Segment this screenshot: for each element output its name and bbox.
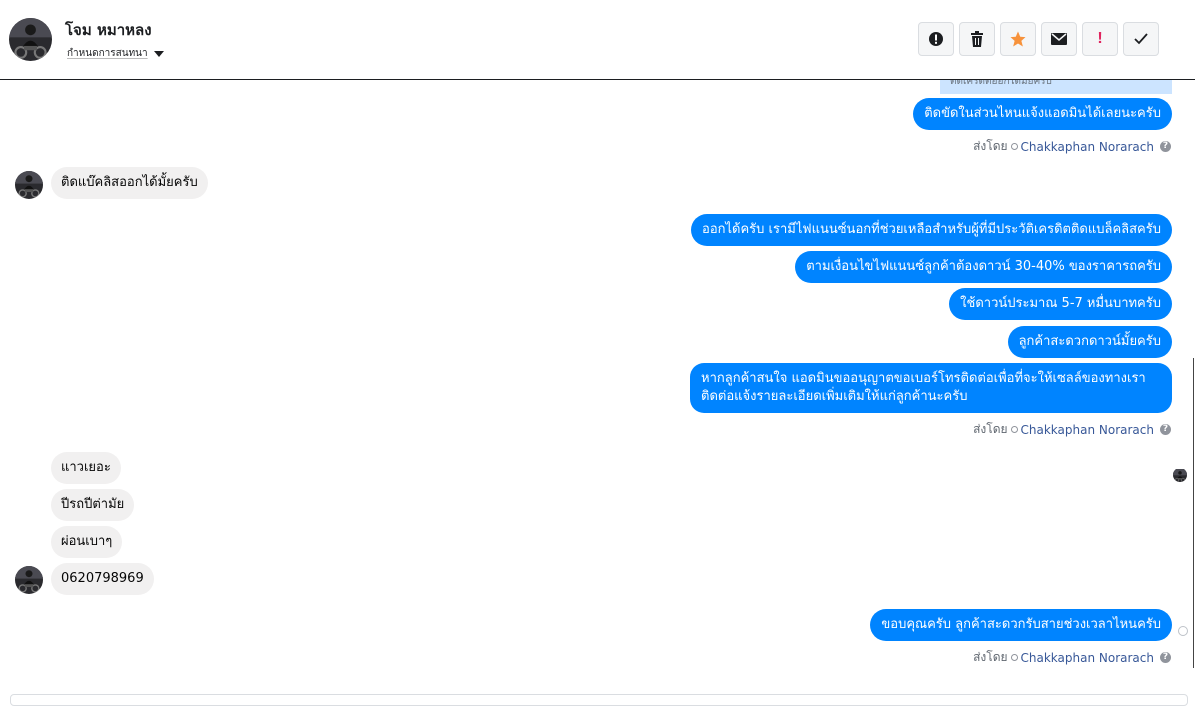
verified-icon (1010, 654, 1018, 661)
help-icon[interactable]: ? (1160, 652, 1171, 663)
exclamation-icon: ! (1097, 30, 1103, 47)
help-icon[interactable]: ? (1160, 424, 1171, 435)
quoted-message-snippet: ติดเครดิตออกได้มั้ยครับ (940, 80, 1172, 94)
star-button[interactable] (1000, 22, 1036, 56)
outgoing-message[interactable]: ออกได้ครับ เรามีไฟแนนซ์นอกที่ช่วยเหลือสำ… (691, 214, 1172, 246)
conversation-action-dropdown[interactable]: กำหนดการสนทนา (67, 46, 164, 61)
scrollbar[interactable] (1193, 358, 1194, 668)
seen-avatar-icon (1173, 468, 1187, 482)
outgoing-message[interactable]: ตามเงื่อนไขไฟแนนซ์ลูกค้าต้องดาวน์ 30-40%… (795, 251, 1172, 283)
contact-name[interactable]: โจม หมาหลง (65, 18, 152, 42)
conversation-toolbar: ! (918, 22, 1159, 56)
agent-name-link[interactable]: Chakkaphan Norarach (1021, 651, 1154, 665)
mark-unread-button[interactable] (1041, 22, 1077, 56)
contact-avatar-small (15, 171, 43, 199)
conversation-header: โจม หมาหลง กำหนดการสนทนา ! (0, 0, 1195, 80)
agent-name-link[interactable]: Chakkaphan Norarach (1021, 140, 1154, 154)
delete-button[interactable] (959, 22, 995, 56)
incoming-message[interactable]: ปีรถปีต่ามัย (51, 489, 135, 521)
caret-down-icon (153, 51, 164, 57)
verified-icon (1010, 143, 1018, 150)
delivered-check-icon (1178, 626, 1188, 636)
verified-icon (1010, 426, 1018, 433)
sent-by-label: ส่งโดย (973, 139, 1008, 153)
agent-name-link[interactable]: Chakkaphan Norarach (1021, 423, 1154, 437)
spam-alert-button[interactable] (918, 22, 954, 56)
sent-by-label: ส่งโดย (973, 650, 1008, 664)
incoming-message[interactable]: แาวเยอะ (51, 452, 121, 484)
contact-avatar[interactable] (9, 18, 52, 61)
help-icon[interactable]: ? (1160, 141, 1171, 152)
checkmark-icon (1134, 33, 1148, 45)
alert-circle-icon (929, 32, 943, 46)
outgoing-message[interactable]: ติดขัดในส่วนไหนแจ้งแอดมินได้เลยนะครับ (913, 98, 1172, 130)
incoming-message[interactable]: ผ่อนเบาๆ (51, 526, 123, 558)
sent-by-line: ส่งโดย Chakkaphan Norarach ? (973, 648, 1171, 667)
star-icon (1010, 31, 1026, 47)
mark-done-button[interactable] (1123, 22, 1159, 56)
incoming-message[interactable]: 0620798969 (51, 563, 154, 595)
message-thread[interactable]: ติดเครดิตออกได้มั้ยครับ ติดขัดในส่วนไหนแ… (0, 80, 1195, 698)
outgoing-message[interactable]: หากลูกค้าสนใจ แอดมินขออนุญาตขอเบอร์โทรติ… (690, 363, 1172, 413)
conversation-action-label: กำหนดการสนทนา (67, 48, 148, 59)
follow-up-button[interactable]: ! (1082, 22, 1118, 56)
outgoing-message[interactable]: ขอบคุณครับ ลูกค้าสะดวกรับสายช่วงเวลาไหนค… (870, 609, 1172, 641)
sent-by-line: ส่งโดย Chakkaphan Norarach ? (973, 420, 1171, 439)
incoming-message[interactable]: ติดแบ๊คลิสออกได้มั้ยครับ (51, 167, 208, 199)
outgoing-message[interactable]: ลูกค้าสะดวกดาวน์มั้ยครับ (1007, 326, 1172, 358)
outgoing-message[interactable]: ใช้ดาวน์ประมาณ 5-7 หมื่นบาทครับ (949, 288, 1172, 320)
message-composer[interactable] (10, 694, 1188, 706)
contact-avatar-small (15, 566, 43, 594)
sent-by-label: ส่งโดย (973, 422, 1008, 436)
trash-icon (971, 31, 983, 47)
sent-by-line: ส่งโดย Chakkaphan Norarach ? (973, 137, 1171, 156)
envelope-icon (1051, 33, 1067, 45)
